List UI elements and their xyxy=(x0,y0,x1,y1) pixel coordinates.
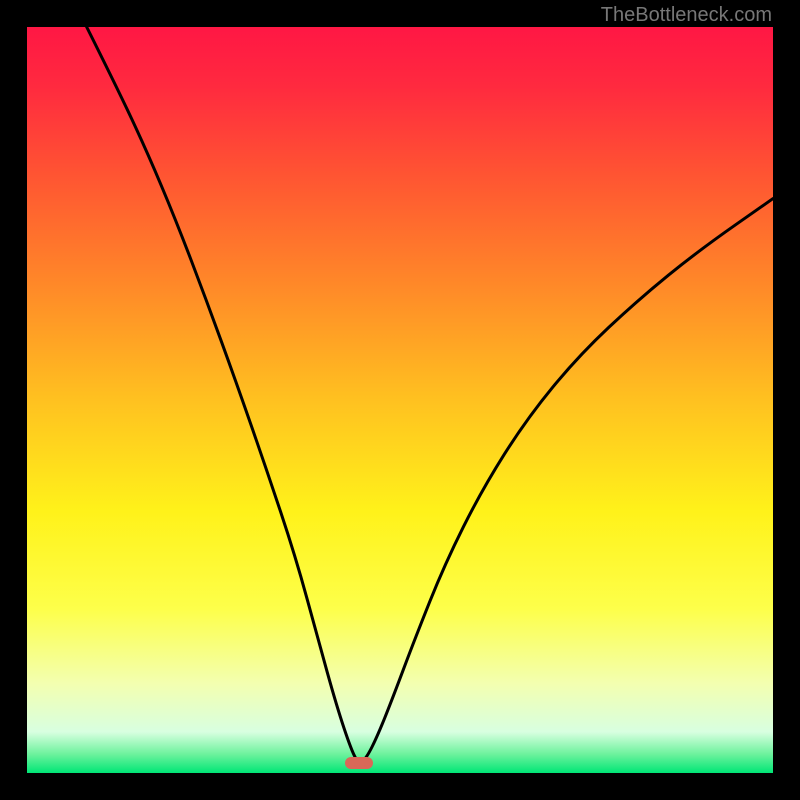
chart-frame: TheBottleneck.com xyxy=(0,0,800,800)
plot-area xyxy=(27,27,773,773)
watermark-text: TheBottleneck.com xyxy=(601,4,772,27)
optimal-marker xyxy=(345,757,373,769)
bottleneck-curve xyxy=(27,27,773,773)
